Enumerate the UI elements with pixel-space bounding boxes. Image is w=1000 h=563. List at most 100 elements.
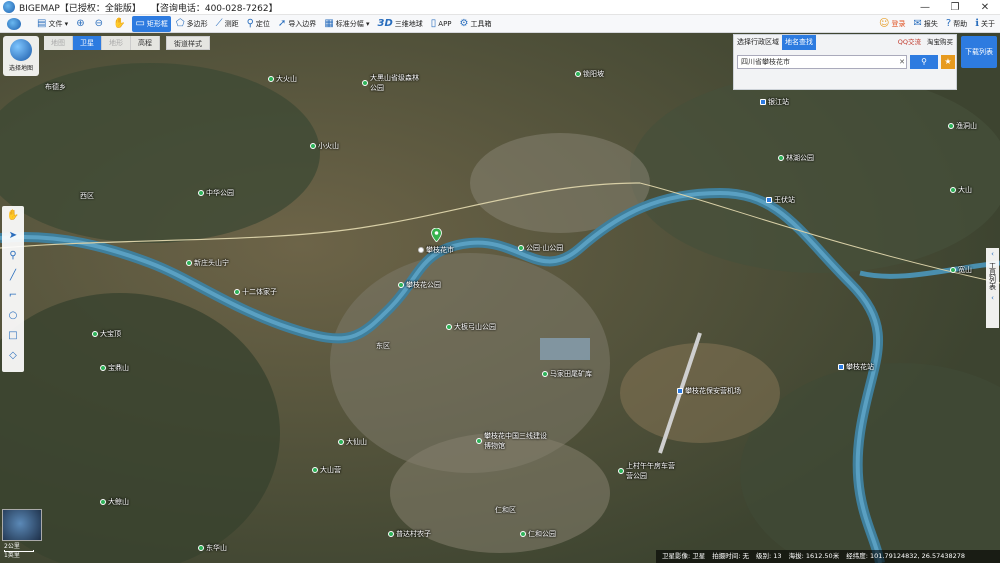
poi-label[interactable]: 大鲸山	[100, 497, 129, 507]
poi-label[interactable]: 上村午午房车营营公园	[618, 461, 678, 481]
standard-grid-button[interactable]: ▦ 标准分幅 ▾	[321, 16, 372, 32]
poi-label[interactable]: 小火山	[310, 141, 339, 151]
minimize-button[interactable]: —	[910, 0, 940, 15]
pan-button[interactable]: ✋	[110, 16, 130, 32]
rectangle-select-button[interactable]: ▭ 矩形框	[132, 15, 171, 32]
help-icon: ?	[945, 18, 952, 29]
poi-pin-icon	[92, 331, 98, 337]
tab-select-region[interactable]: 选择行政区域	[734, 35, 782, 50]
rectangle-icon: ▭	[135, 17, 145, 29]
zoom-out-button[interactable]: ⊖	[92, 16, 108, 32]
poi-name: 东华山	[206, 544, 227, 552]
polyline-tool[interactable]: ⌐	[2, 286, 24, 306]
poi-label[interactable]: 宝鼎山	[100, 363, 129, 373]
poi-label[interactable]: 锁阳坡	[575, 69, 604, 79]
polygon-icon: ⬠	[175, 17, 185, 29]
poi-label[interactable]: 马家田尾矿库	[542, 369, 592, 379]
download-list-button[interactable]: 下载列表	[961, 36, 997, 68]
poi-label[interactable]: 大山营	[312, 465, 341, 475]
poi-name: 十二体家子	[242, 288, 277, 296]
poi-label[interactable]: 攀枝花市	[418, 245, 454, 255]
poi-label[interactable]: 渔洞山	[948, 121, 977, 131]
poi-label[interactable]: 东华山	[198, 543, 227, 553]
toolbox-button[interactable]: ⚙ 工具箱	[457, 16, 495, 32]
poi-label[interactable]: 宽山	[950, 265, 972, 275]
measure-button[interactable]: ⟋ 测距	[213, 16, 242, 32]
scale-bar: 2公里 1英里	[4, 543, 34, 559]
poi-label[interactable]: 布德乡	[45, 82, 66, 92]
map-type-elevation[interactable]: 高程	[131, 36, 160, 50]
poi-label[interactable]: 攀枝花中国三线建设博物馆	[476, 431, 548, 451]
circle-tool[interactable]: ○	[2, 306, 24, 326]
street-style-button[interactable]: 街道样式	[166, 36, 210, 50]
map-selector-button[interactable]: 选择地图	[3, 36, 39, 76]
poi-name: 攀枝花站	[846, 363, 874, 371]
rect-tool[interactable]: □	[2, 326, 24, 346]
poi-label[interactable]: 十二体家子	[234, 287, 277, 297]
clear-icon[interactable]: ✕	[896, 56, 908, 68]
maximize-button[interactable]: ❐	[940, 0, 970, 15]
tab-place-search[interactable]: 地名查找	[782, 35, 816, 50]
3d-earth-button[interactable]: 3D 三维地球	[375, 16, 426, 32]
poi-label[interactable]: 中华公园	[198, 188, 234, 198]
poi-label[interactable]: 公园·山公园	[518, 243, 563, 253]
search-icon: ⚲	[921, 57, 927, 66]
close-button[interactable]: ✕	[970, 0, 1000, 15]
poi-label[interactable]: 大仙山	[338, 437, 367, 447]
poi-label[interactable]: 大宝顶	[92, 329, 121, 339]
poi-label[interactable]: 攀枝花站	[838, 362, 874, 372]
hand-tool[interactable]: ✋	[2, 206, 24, 226]
search-links: QQ交流 淘宝购买	[895, 35, 956, 50]
poi-label[interactable]: 普达村农子	[388, 529, 431, 539]
line-tool[interactable]: ╱	[2, 266, 24, 286]
poi-label[interactable]: 攀枝花保安营机场	[677, 386, 741, 396]
marker-tool[interactable]: ⚲	[2, 246, 24, 266]
poi-name: 渔洞山	[956, 122, 977, 130]
poi-label[interactable]: 大山	[950, 185, 972, 195]
taobao-link[interactable]: 淘宝购买	[924, 35, 956, 50]
poi-name: 大山	[958, 186, 972, 194]
import-boundary-button[interactable]: ➚ 导入边界	[275, 16, 319, 32]
qq-group-link[interactable]: QQ交流	[895, 35, 924, 50]
locate-button[interactable]: ⚲ 定位	[244, 16, 273, 32]
poi-name: 攀枝花市	[426, 246, 454, 254]
help-button[interactable]: ? 帮助	[943, 16, 970, 32]
import-label: 导入边界	[288, 19, 317, 28]
poi-label[interactable]: 仁和区	[495, 505, 516, 515]
app-button[interactable]: ▯ APP	[428, 16, 455, 32]
login-button[interactable]: ☺ 登录	[876, 16, 908, 32]
poi-label[interactable]: 大板弓山公园	[446, 322, 496, 332]
poi-label[interactable]: 林湖公园	[778, 153, 814, 163]
zoom-in-button[interactable]: ⊕	[73, 16, 89, 32]
poi-pin-icon	[198, 190, 204, 196]
poi-label[interactable]: 东区	[376, 341, 390, 351]
poi-label[interactable]: 西区	[80, 191, 94, 201]
poi-label[interactable]: 新庄头山宁	[186, 258, 229, 268]
select-tool[interactable]: ➤	[2, 226, 24, 246]
map-type-terrain[interactable]: 地形	[102, 36, 131, 50]
eraser-tool[interactable]: ◇	[2, 346, 24, 366]
poi-name: 宽山	[958, 266, 972, 274]
overview-minimap[interactable]	[2, 509, 42, 541]
map-canvas[interactable]: 选择地图 地图 卫星 地形 高程 街道样式 ✋ ➤ ⚲ ╱ ⌐ ○ □ ◇ 大火…	[0, 33, 1000, 563]
search-button[interactable]: ⚲	[910, 55, 938, 69]
polygon-button[interactable]: ⬠ 多边形	[173, 16, 211, 32]
poi-label[interactable]: 攀枝花公园	[398, 280, 441, 290]
poi-label[interactable]: 大黑山省级森林公园	[362, 73, 422, 93]
file-menu[interactable]: ▤ 文件 ▾	[34, 16, 71, 32]
feedback-button[interactable]: ✉ 报失	[910, 16, 940, 32]
poi-label[interactable]: 银江站	[760, 97, 789, 107]
poi-label[interactable]: 仁和公园	[520, 529, 556, 539]
poi-pin-icon	[198, 545, 204, 551]
favorite-button[interactable]: ★	[941, 55, 955, 69]
menu-globe-button[interactable]	[4, 16, 24, 32]
about-button[interactable]: ℹ 关于	[972, 16, 998, 32]
place-search-input[interactable]: 四川省攀枝花市	[737, 55, 907, 69]
location-marker-icon[interactable]	[431, 228, 442, 242]
app-icon: ▯	[430, 17, 437, 29]
tool-list-tab[interactable]: ‹ 工具列表 ‹	[986, 248, 999, 328]
poi-label[interactable]: 大火山	[268, 74, 297, 84]
map-type-satellite[interactable]: 卫星	[73, 36, 102, 50]
map-type-road[interactable]: 地图	[44, 36, 73, 50]
poi-label[interactable]: 王伏站	[766, 195, 795, 205]
